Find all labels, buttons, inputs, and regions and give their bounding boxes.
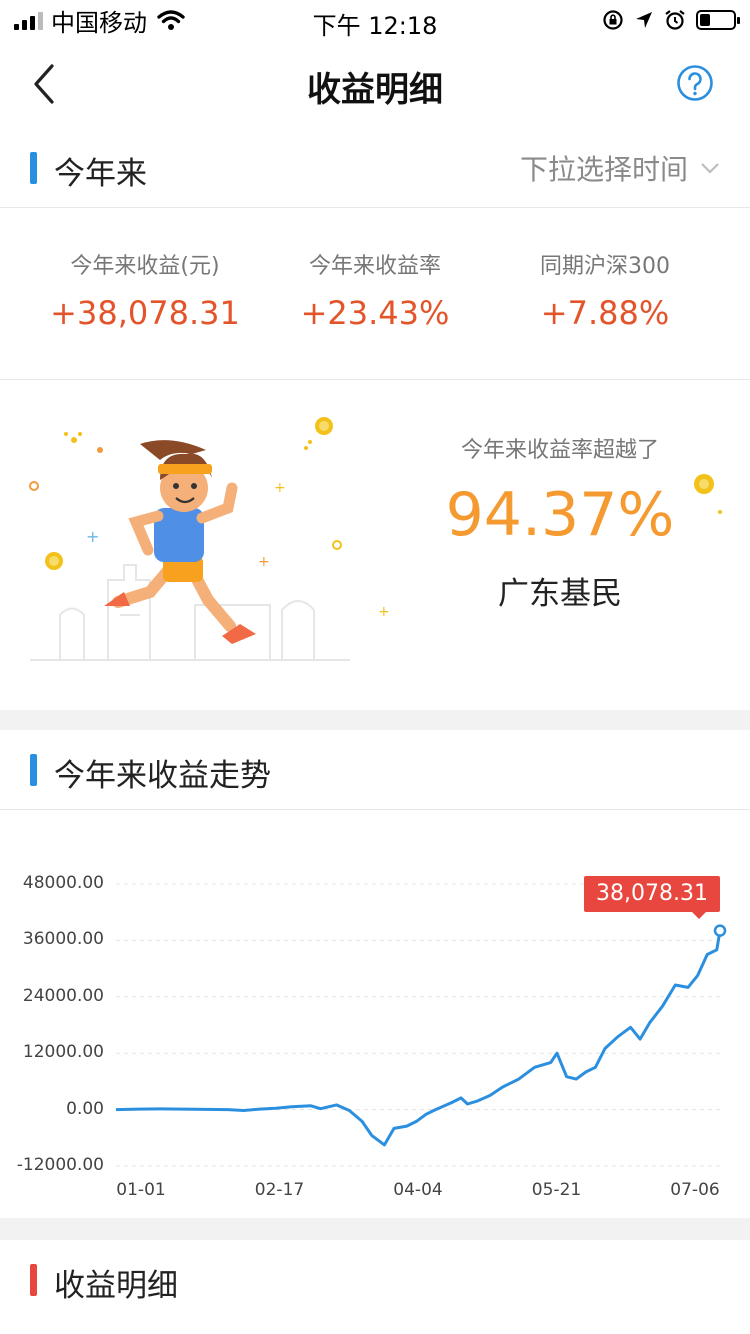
trend-title: 今年来收益走势 [54, 758, 271, 794]
y-tick-label: 0.00 [66, 1098, 104, 1119]
series-line [115, 930, 722, 1147]
x-tick-label: 05-21 [531, 1180, 582, 1200]
stat-label: 同期沪深300 [540, 254, 670, 279]
svg-text:+: + [258, 554, 270, 570]
section-divider [0, 1218, 750, 1240]
nav-bar: 收益明细 [0, 40, 750, 128]
chevron-down-icon [701, 163, 719, 174]
runner-illustration: + + + + [29, 417, 390, 661]
stat-label: 今年来收益率 [308, 254, 441, 279]
chevron-left-icon[interactable] [28, 62, 68, 106]
x-tick-label: 04-04 [393, 1180, 443, 1200]
stat-label: 今年来收益(元) [70, 254, 220, 279]
stat-ytd-profit: 今年来收益(元) +38,078.31 [20, 248, 270, 332]
banner-percent: 94.37% [445, 480, 675, 550]
end-point-marker [713, 924, 727, 937]
trend-header: 今年来收益走势 [0, 730, 750, 810]
section-marker [30, 152, 37, 184]
y-tick-label: 12000.00 [22, 1042, 104, 1063]
stat-value: +38,078.31 [50, 294, 240, 332]
x-tick-label: 01-01 [116, 1180, 166, 1200]
stats-panel: 今年来收益(元) +38,078.31 今年来收益率 +23.43% 同期沪深3… [0, 208, 750, 380]
detail-title: 收益明细 [54, 1268, 178, 1304]
stat-ytd-return: 今年来收益率 +23.43% [250, 248, 500, 332]
svg-text:+: + [378, 604, 390, 620]
time-picker-label: 下拉选择时间 [519, 153, 688, 186]
period-title: 今年来 [54, 156, 147, 192]
section-marker [30, 1264, 37, 1296]
trend-chart[interactable]: 48000.00 36000.00 24000.00 12000.00 0.00 -120… [0, 812, 750, 1218]
trend-chart-svg [115, 883, 727, 1167]
x-tick-label: 07-06 [670, 1180, 720, 1200]
detail-header: 收益明细 [0, 1240, 750, 1320]
alarm-icon [665, 10, 685, 30]
status-bar: 中国移动 下午 12:18 [0, 0, 750, 40]
rotation-lock-icon [603, 10, 623, 30]
svg-text:+: + [274, 480, 286, 496]
time-picker-dropdown[interactable]: 下拉选择时间 [520, 148, 720, 188]
section-marker [30, 754, 37, 786]
y-tick-label: 24000.00 [22, 985, 104, 1006]
rank-banner: + + + + 今年来收益率超越了 94.37% 广东基民 [0, 380, 750, 710]
banner-region: 广东基民 [498, 576, 622, 612]
battery-icon [696, 10, 740, 30]
y-tick-label: -12000.00 [16, 1155, 104, 1175]
svg-text:+: + [86, 527, 99, 546]
stat-value: +7.88% [540, 294, 670, 332]
banner-subtitle: 今年来收益率超越了 [460, 438, 659, 463]
value-tooltip: 38,078.31 [584, 876, 720, 919]
y-tick-label: 48000.00 [22, 873, 104, 893]
location-icon [636, 12, 652, 28]
section-divider [0, 710, 750, 730]
question-circle-icon[interactable] [676, 64, 714, 102]
period-header: 今年来 下拉选择时间 [0, 128, 750, 208]
page-title: 收益明细 [307, 70, 443, 110]
x-tick-label: 02-17 [254, 1180, 305, 1200]
stat-benchmark: 同期沪深300 +7.88% [480, 248, 730, 332]
y-tick-label: 36000.00 [22, 929, 104, 950]
stat-value: +23.43% [300, 294, 450, 332]
battery-level [700, 14, 710, 26]
status-right [602, 6, 740, 34]
